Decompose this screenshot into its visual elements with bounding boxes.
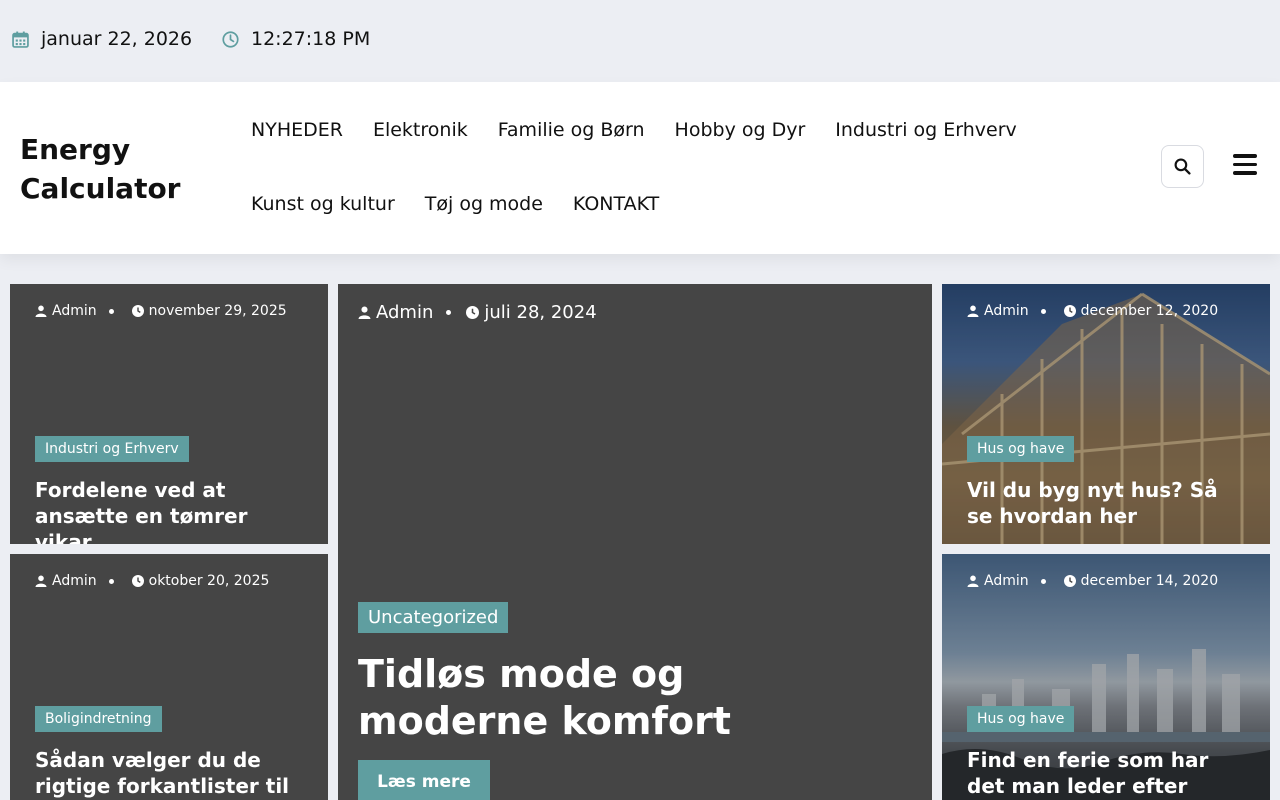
top-date-bar: januar 22, 2026 12:27:18 PM (0, 0, 1280, 82)
user-icon (35, 305, 47, 317)
time-text: 12:27:18 PM (251, 28, 371, 50)
date-text: januar 22, 2026 (41, 28, 193, 50)
nav-item-toj-og-mode[interactable]: Tøj og mode (425, 193, 543, 215)
nav-item-familie-og-born[interactable]: Familie og Børn (498, 119, 645, 141)
post-title[interactable]: Find en ferie som har det man leder efte… (967, 747, 1247, 799)
featured-post-card[interactable]: Admin juli 28, 2024 Uncategorized Tidløs… (338, 284, 932, 800)
post-card-1[interactable]: Admin november 29, 2025 Industri og Erhv… (10, 284, 328, 544)
post-title[interactable]: Sådan vælger du de rigtige forkantlister… (35, 747, 307, 799)
read-more-button[interactable]: Læs mere (358, 760, 490, 800)
logo-line-1[interactable]: Energy (20, 130, 220, 169)
nav-item-kontakt[interactable]: KONTAKT (573, 193, 659, 215)
post-category-tag[interactable]: Boligindretning (35, 706, 162, 732)
nav-item-hobby-og-dyr[interactable]: Hobby og Dyr (675, 119, 806, 141)
current-date: januar 22, 2026 (12, 28, 192, 50)
post-card-4[interactable]: Admin december 12, 2020 Hus og have Vil … (942, 284, 1270, 544)
main-nav-row-1: NYHEDER Elektronik Familie og Børn Hobby… (251, 119, 1017, 141)
post-author[interactable]: Admin (376, 302, 433, 323)
hamburger-icon (1233, 154, 1257, 158)
post-category-tag[interactable]: Hus og have (967, 436, 1075, 462)
post-date[interactable]: juli 28, 2024 (484, 302, 596, 323)
post-meta: Admin december 14, 2020 (967, 573, 1218, 589)
post-author[interactable]: Admin (52, 303, 97, 319)
calendar-icon (12, 31, 29, 48)
site-logo[interactable]: Energy Calculator (20, 130, 220, 208)
user-icon (35, 575, 47, 587)
post-date[interactable]: oktober 20, 2025 (149, 573, 270, 589)
main-nav-row-2: Kunst og kultur Tøj og mode KONTAKT (251, 193, 659, 215)
search-button[interactable] (1161, 145, 1204, 188)
post-meta: Admin december 12, 2020 (967, 303, 1218, 319)
post-category-tag[interactable]: Hus og have (967, 706, 1075, 732)
nav-item-nyheder[interactable]: NYHEDER (251, 119, 343, 141)
post-category-tag[interactable]: Industri og Erhverv (35, 436, 189, 462)
post-title[interactable]: Fordelene ved at ansætte en tømrer vikar (35, 477, 307, 544)
nav-item-industri-og-erhverv[interactable]: Industri og Erhverv (835, 119, 1016, 141)
post-meta: Admin november 29, 2025 (35, 303, 287, 319)
post-meta: Admin oktober 20, 2025 (35, 573, 269, 589)
clock-icon (222, 30, 239, 48)
hamburger-menu-button[interactable] (1233, 154, 1257, 176)
nav-item-kunst-og-kultur[interactable]: Kunst og kultur (251, 193, 395, 215)
post-title[interactable]: Tidløs mode og moderne komfort (358, 651, 878, 745)
clock-icon (131, 575, 144, 587)
post-date[interactable]: november 29, 2025 (149, 303, 287, 319)
logo-line-2[interactable]: Calculator (20, 169, 220, 208)
search-icon (1174, 158, 1191, 175)
post-card-2[interactable]: Admin oktober 20, 2025 Boligindretning S… (10, 554, 328, 800)
clock-icon (1063, 305, 1076, 317)
user-icon (358, 306, 371, 319)
user-icon (967, 305, 979, 317)
site-header: Energy Calculator NYHEDER Elektronik Fam… (0, 82, 1280, 254)
post-author[interactable]: Admin (984, 573, 1029, 589)
clock-icon (131, 305, 144, 317)
nav-item-elektronik[interactable]: Elektronik (373, 119, 468, 141)
post-author[interactable]: Admin (984, 303, 1029, 319)
post-title-text[interactable]: Sådan vælger du de rigtige forkantlister… (35, 747, 307, 799)
user-icon (967, 575, 979, 587)
post-date[interactable]: december 12, 2020 (1081, 303, 1219, 319)
current-time: 12:27:18 PM (222, 28, 370, 50)
post-date[interactable]: december 14, 2020 (1081, 573, 1219, 589)
clock-icon (466, 306, 480, 319)
post-title[interactable]: Vil du byg nyt hus? Så se hvordan her (967, 477, 1247, 529)
post-category-tag[interactable]: Uncategorized (358, 602, 509, 633)
post-meta: Admin juli 28, 2024 (358, 302, 597, 323)
post-author[interactable]: Admin (52, 573, 97, 589)
clock-icon (1063, 575, 1076, 587)
post-card-5[interactable]: Admin december 14, 2020 Hus og have Find… (942, 554, 1270, 800)
